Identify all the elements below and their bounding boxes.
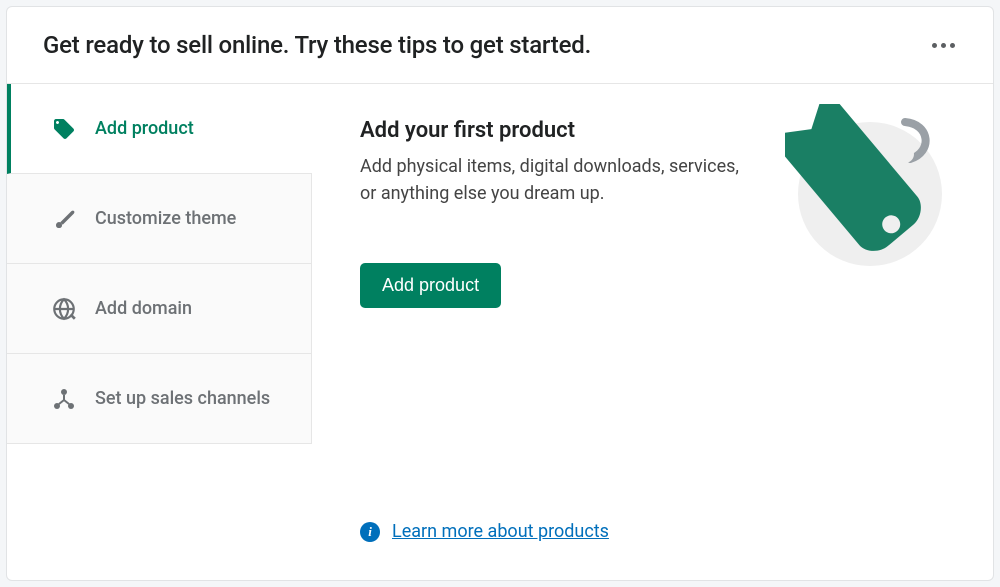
sidebar-item-label: Add product xyxy=(95,117,194,140)
card-header: Get ready to sell online. Try these tips… xyxy=(7,7,993,84)
onboarding-card: Get ready to sell online. Try these tips… xyxy=(6,6,994,581)
channels-icon xyxy=(51,386,77,412)
tag-icon xyxy=(51,116,77,142)
dots-icon xyxy=(932,43,937,48)
dots-icon xyxy=(950,43,955,48)
sidebar-item-add-product[interactable]: Add product xyxy=(7,84,312,174)
card-title: Get ready to sell online. Try these tips… xyxy=(43,31,591,59)
steps-sidebar: Add product Customize theme xyxy=(7,84,312,572)
sidebar-item-customize-theme[interactable]: Customize theme xyxy=(7,174,312,264)
learn-more-link[interactable]: Learn more about products xyxy=(392,521,609,542)
learn-more-row: Learn more about products xyxy=(360,521,609,542)
globe-icon xyxy=(51,296,77,322)
sidebar-item-label: Customize theme xyxy=(95,207,236,230)
sidebar-item-sales-channels[interactable]: Set up sales channels xyxy=(7,354,312,444)
sidebar-item-label: Set up sales channels xyxy=(95,387,270,410)
step-content: Add your first product Add physical item… xyxy=(312,84,993,572)
add-product-button[interactable]: Add product xyxy=(360,263,501,308)
dots-icon xyxy=(941,43,946,48)
card-body: Add product Customize theme xyxy=(7,84,993,572)
product-tag-illustration xyxy=(785,104,955,274)
info-icon xyxy=(360,522,380,542)
more-menu-button[interactable] xyxy=(924,35,963,56)
brush-icon xyxy=(51,206,77,232)
content-description: Add physical items, digital downloads, s… xyxy=(360,153,740,207)
sidebar-item-label: Add domain xyxy=(95,297,192,320)
sidebar-item-add-domain[interactable]: Add domain xyxy=(7,264,312,354)
